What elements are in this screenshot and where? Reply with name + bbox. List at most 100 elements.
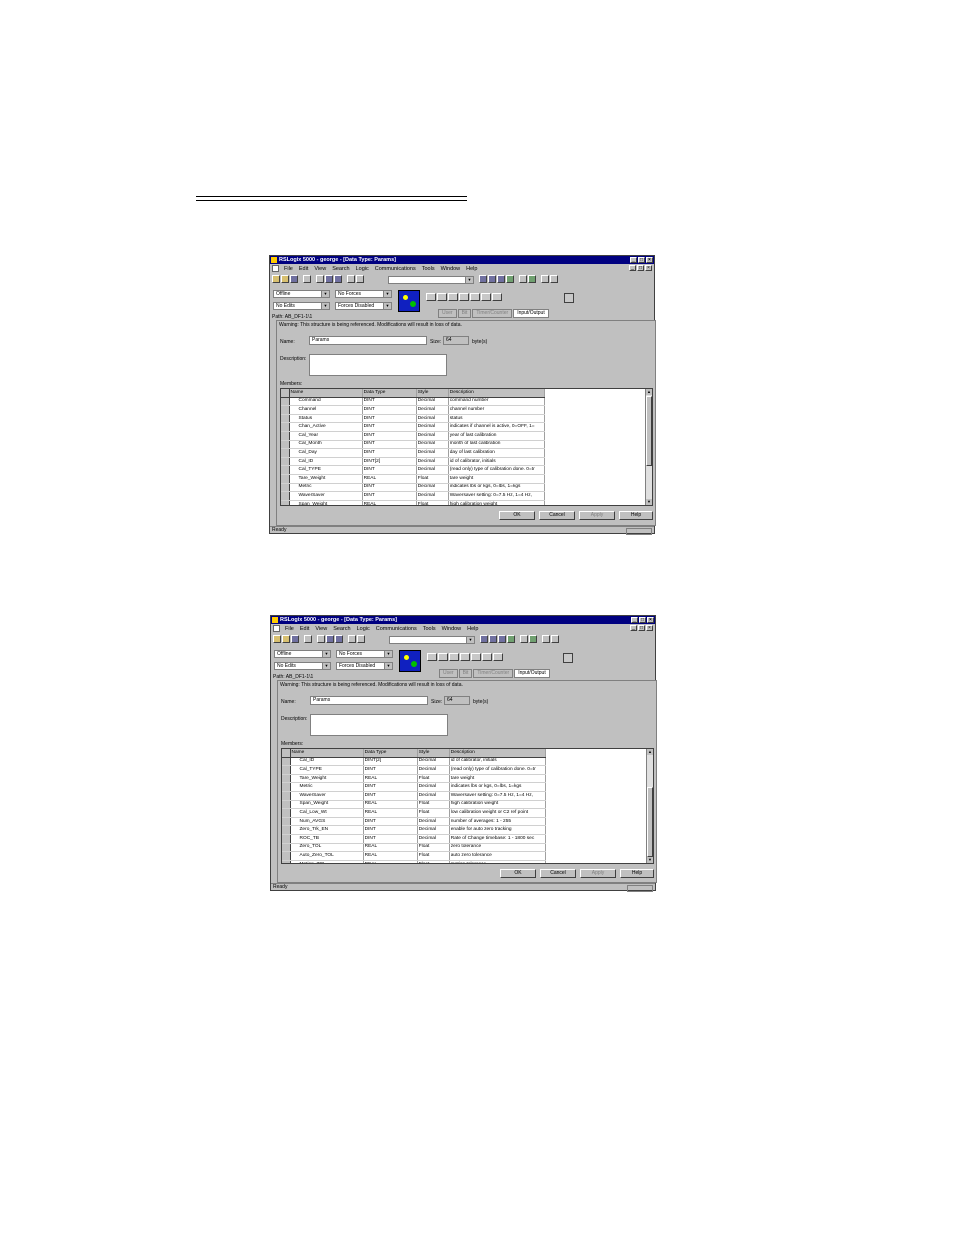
member-style-cell[interactable]: Decimal — [417, 825, 450, 835]
find-next-icon[interactable] — [488, 275, 496, 283]
member-style-cell[interactable]: Float — [417, 860, 450, 863]
member-name-cell[interactable]: Cal_Day — [289, 448, 363, 458]
tab-user[interactable]: User — [439, 669, 458, 678]
member-description-cell[interactable]: number of averages: 1 - 255 — [449, 817, 547, 827]
member-row[interactable]: Span_Weight REAL Float high calibration wei… — [281, 500, 546, 505]
menu-communications[interactable]: Communications — [373, 626, 420, 632]
zoom-in-icon[interactable] — [542, 635, 550, 643]
tab-input-output[interactable]: Input/Output — [514, 669, 550, 678]
member-name-cell[interactable]: Span_Weight — [290, 800, 364, 810]
menu-tools[interactable]: Tools — [419, 266, 438, 272]
row-selector[interactable] — [281, 500, 290, 505]
new-icon[interactable] — [273, 635, 281, 643]
menu-view[interactable]: View — [312, 626, 330, 632]
menu-file[interactable]: File — [282, 626, 297, 632]
member-description-cell[interactable]: high calibration weight — [448, 500, 546, 505]
cross-reference-icon[interactable] — [497, 275, 505, 283]
xic-instruction-icon[interactable] — [438, 653, 448, 661]
member-description-cell[interactable]: indicates lbs or kgs, 0=lbs, 1=kgs — [449, 782, 547, 792]
open-icon[interactable] — [281, 275, 289, 283]
member-name-cell[interactable]: Auto_Zero_TOL — [290, 851, 364, 861]
member-style-cell[interactable]: Decimal — [416, 422, 449, 432]
member-datatype-cell[interactable]: DINT — [362, 397, 417, 407]
member-description-cell[interactable]: id of calibrator, initials — [449, 757, 547, 767]
open-icon[interactable] — [282, 635, 290, 643]
row-selector[interactable] — [282, 757, 291, 767]
mdi-minimize-button[interactable]: _ — [629, 265, 636, 271]
member-datatype-cell[interactable]: REAL — [363, 774, 418, 784]
online-icon[interactable] — [529, 635, 537, 643]
verify-icon[interactable] — [507, 635, 515, 643]
member-row[interactable]: Num_AVGS DINT Decimal number of averages: 1… — [282, 817, 547, 827]
member-description-cell[interactable]: day of last calibration — [448, 448, 546, 458]
member-row[interactable]: WaverSaver DINT Decimal Waversaver setting:… — [282, 791, 547, 801]
member-datatype-cell[interactable]: REAL — [363, 843, 418, 853]
member-style-cell[interactable]: Decimal — [417, 791, 450, 801]
member-style-cell[interactable]: Decimal — [417, 817, 450, 827]
col-header-style[interactable]: Style — [417, 749, 450, 758]
member-description-cell[interactable]: Waversaver setting: 0=7.5 Hz, 1=4 Hz, — [448, 491, 546, 501]
member-datatype-cell[interactable]: DINT — [363, 765, 418, 775]
close-button[interactable]: × — [646, 257, 653, 263]
member-description-cell[interactable]: Rate of Change timebase: 1 - 1800 sec — [449, 834, 547, 844]
menu-tools[interactable]: Tools — [420, 626, 439, 632]
row-selector[interactable] — [281, 414, 290, 424]
cut-icon[interactable] — [317, 635, 325, 643]
document-icon[interactable] — [273, 625, 280, 632]
member-name-cell[interactable]: WaverSaver — [290, 791, 364, 801]
scroll-down-icon[interactable]: ▼ — [646, 499, 652, 505]
member-name-cell[interactable]: Num_AVGS — [290, 817, 364, 827]
member-row[interactable]: Span_Weight REAL Float high calibration wei… — [282, 800, 547, 810]
menu-logic[interactable]: Logic — [353, 266, 372, 272]
name-field[interactable]: Params — [310, 696, 428, 705]
row-selector[interactable] — [282, 808, 291, 818]
row-selector[interactable] — [281, 491, 290, 501]
member-name-cell[interactable]: Status — [289, 414, 363, 424]
otl-instruction-icon[interactable] — [470, 293, 480, 301]
row-selector[interactable] — [281, 483, 290, 493]
row-selector[interactable] — [282, 817, 291, 827]
scroll-up-icon[interactable]: ▲ — [646, 389, 652, 395]
member-style-cell[interactable]: Float — [417, 851, 450, 861]
member-row[interactable]: Metric DINT Decimal indicates lbs or kgs, 0… — [281, 483, 546, 493]
member-name-cell[interactable]: Metric — [289, 483, 363, 493]
member-description-cell[interactable]: channel number — [448, 405, 546, 415]
member-description-cell[interactable]: month of last calibration — [448, 440, 546, 450]
row-selector[interactable] — [282, 800, 291, 810]
member-name-cell[interactable]: Chan_Active — [289, 422, 363, 432]
menu-edit[interactable]: Edit — [297, 626, 312, 632]
member-datatype-cell[interactable]: REAL — [363, 851, 418, 861]
menu-edit[interactable]: Edit — [296, 266, 311, 272]
minimize-button[interactable]: _ — [630, 257, 637, 263]
menu-help[interactable]: Help — [463, 266, 480, 272]
scroll-up-icon[interactable]: ▲ — [647, 749, 653, 755]
search-combo[interactable]: ▼ — [388, 276, 474, 284]
zoom-out-icon[interactable] — [550, 275, 558, 283]
member-row[interactable]: WaverSaver DINT Decimal Waversaver setting:… — [281, 491, 546, 501]
menu-view[interactable]: View — [311, 266, 329, 272]
member-description-cell[interactable]: indicates if channel is active, 0=OFF, 1… — [448, 422, 546, 432]
scrollbar-thumb[interactable] — [647, 787, 653, 857]
edits-combo[interactable]: No Edits ▼ — [273, 302, 330, 310]
menu-window[interactable]: Window — [439, 626, 465, 632]
row-selector[interactable] — [281, 405, 290, 415]
help-button[interactable]: Help — [619, 511, 653, 520]
member-datatype-cell[interactable]: DINT — [362, 465, 417, 475]
otl-instruction-icon[interactable] — [471, 653, 481, 661]
member-datatype-cell[interactable]: REAL — [362, 500, 417, 505]
close-button[interactable]: × — [647, 617, 654, 623]
member-name-cell[interactable]: Metric — [290, 782, 364, 792]
menu-logic[interactable]: Logic — [354, 626, 373, 632]
undo-icon[interactable] — [347, 275, 355, 283]
member-row[interactable]: Zero_Trk_EN DINT Decimal enable for auto ze… — [282, 825, 547, 835]
member-style-cell[interactable]: Float — [416, 474, 449, 484]
member-style-cell[interactable]: Float — [417, 800, 450, 810]
member-row[interactable]: Tare_Weight REAL Float tare weight — [282, 774, 547, 784]
save-icon[interactable] — [290, 275, 298, 283]
col-header-description[interactable]: Description — [449, 749, 547, 758]
member-style-cell[interactable]: Float — [416, 500, 449, 505]
search-combo[interactable]: ▼ — [389, 636, 475, 644]
mdi-close-button[interactable]: × — [646, 625, 653, 631]
apply-button[interactable]: Apply — [579, 511, 615, 520]
maximize-button[interactable]: □ — [638, 257, 645, 263]
